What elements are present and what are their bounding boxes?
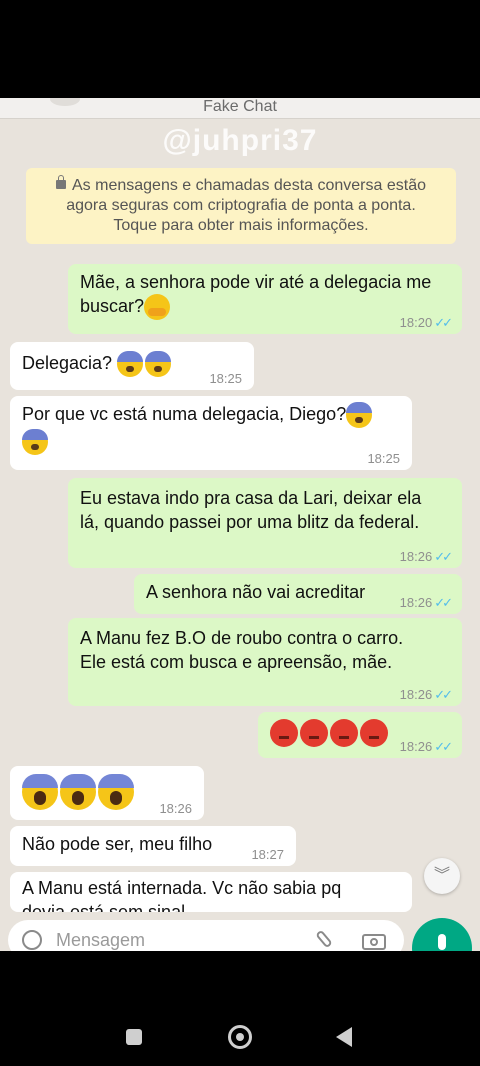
back-nav-button[interactable] <box>336 1027 352 1047</box>
watermark: @juhpri37 <box>162 124 318 157</box>
lock-icon <box>56 175 66 189</box>
message-incoming[interactable]: Delegacia? 18:25 <box>10 342 254 390</box>
angry-face-emoji-icon <box>300 719 328 747</box>
screaming-face-emoji-icon <box>22 774 58 810</box>
message-text-line-2: buscar? <box>80 296 145 316</box>
message-time: 18:26 ✓✓ <box>399 687 453 702</box>
message-time: 18:25 <box>209 371 242 386</box>
message-text-line-1: Mãe, a senhora pode vir até a delegacia … <box>80 272 432 292</box>
message-time: 18:26 <box>159 801 192 816</box>
message-time: 18:20 ✓✓ <box>399 315 453 330</box>
message-time: 18:25 <box>367 451 400 466</box>
message-time: 18:26 ✓✓ <box>399 595 453 610</box>
angry-face-emoji-icon <box>330 719 358 747</box>
notice-line-2: agora seguras com criptografia de ponta … <box>66 197 416 214</box>
read-ticks-icon: ✓✓ <box>434 739 453 754</box>
read-ticks-icon: ✓✓ <box>434 315 453 330</box>
camera-icon[interactable] <box>362 934 386 950</box>
message-time: 18:26 ✓✓ <box>399 549 453 564</box>
angry-face-emoji-icon <box>360 719 388 747</box>
chat-header: Fake Chat <box>0 98 480 119</box>
smiling-hands-emoji-icon <box>144 294 171 321</box>
angry-face-emoji-icon <box>270 719 298 747</box>
message-time: 18:26 ✓✓ <box>399 739 453 754</box>
message-outgoing[interactable]: A Manu fez B.O de roubo contra o carro. … <box>68 618 462 706</box>
message-incoming[interactable]: 18:26 <box>10 766 204 820</box>
message-text: Delegacia? <box>22 353 113 373</box>
notice-text-1: As mensagens e chamadas desta conversa e… <box>72 177 426 194</box>
home-button[interactable] <box>228 1025 252 1049</box>
system-navigation-bar <box>0 951 480 1066</box>
message-text-line-1: Eu estava indo pra casa da Lari, deixar … <box>80 488 422 508</box>
read-ticks-icon: ✓✓ <box>434 549 453 564</box>
message-outgoing[interactable]: Mãe, a senhora pode vir até a delegacia … <box>68 264 462 334</box>
fearful-face-emoji-icon <box>145 351 172 378</box>
screaming-face-emoji-icon <box>60 774 96 810</box>
fearful-face-emoji-icon <box>346 402 373 429</box>
message-input[interactable]: Mensagem <box>56 930 145 951</box>
read-ticks-icon: ✓✓ <box>434 687 453 702</box>
notice-line-1: As mensagens e chamadas desta conversa e… <box>26 175 456 196</box>
chevron-double-down-icon: ︾ <box>433 867 450 884</box>
message-text: Por que vc está numa delegacia, Diego? <box>22 404 347 424</box>
attach-icon[interactable] <box>315 929 333 949</box>
read-ticks-icon: ✓✓ <box>434 595 453 610</box>
scroll-down-button[interactable]: ︾ <box>424 858 460 894</box>
message-outgoing[interactable]: A senhora não vai acreditar 18:26 ✓✓ <box>134 574 462 614</box>
message-text-line-2: lá, quando passei por uma blitz da feder… <box>80 512 420 532</box>
message-outgoing[interactable]: Eu estava indo pra casa da Lari, deixar … <box>68 478 462 568</box>
emoji-icon[interactable] <box>22 930 42 950</box>
message-text-line-1: A Manu está internada. Vc não sabia pq <box>22 878 342 898</box>
message-text: Não pode ser, meu filho <box>22 834 213 854</box>
fearful-face-emoji-icon <box>22 428 48 455</box>
mic-button[interactable] <box>412 918 472 951</box>
screaming-face-emoji-icon <box>98 774 134 810</box>
encryption-notice[interactable]: As mensagens e chamadas desta conversa e… <box>26 168 456 244</box>
message-text-line-2: Ele está com busca e apreensão, mãe. <box>80 652 393 672</box>
recents-button[interactable] <box>126 1029 142 1045</box>
message-time: 18:27 <box>251 847 284 862</box>
message-incoming[interactable]: Não pode ser, meu filho 18:27 <box>10 826 296 866</box>
message-text-line-1: A Manu fez B.O de roubo contra o carro. <box>80 628 404 648</box>
notice-line-3: Toque para obter mais informações. <box>113 217 369 234</box>
chat-title: Fake Chat <box>203 98 277 115</box>
message-input-bar[interactable]: Mensagem <box>8 920 404 951</box>
message-text-line-2: devia está sem sinal <box>22 902 186 912</box>
message-outgoing[interactable]: 18:26 ✓✓ <box>258 712 462 758</box>
fearful-face-emoji-icon <box>117 351 144 378</box>
chat-screen: Fake Chat @juhpri37 As mensagens e chama… <box>0 98 480 951</box>
message-incoming[interactable]: Por que vc está numa delegacia, Diego? 1… <box>10 396 412 470</box>
message-incoming[interactable]: A Manu está internada. Vc não sabia pq d… <box>10 872 412 912</box>
